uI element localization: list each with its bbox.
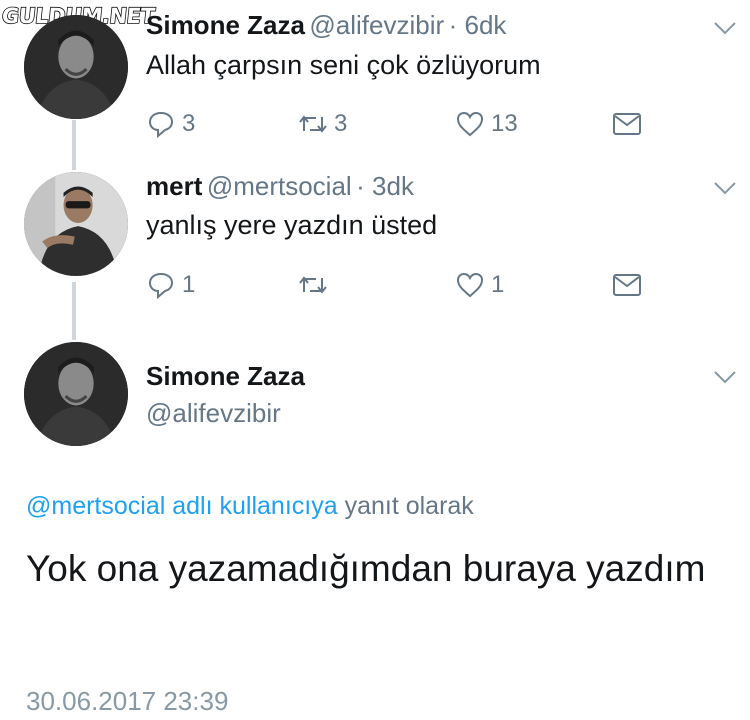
retweet-icon	[299, 115, 327, 133]
dm-icon	[613, 274, 641, 296]
like-button[interactable]: 1	[455, 270, 504, 300]
author-handle[interactable]: @mertsocial	[207, 171, 352, 201]
avatar[interactable]	[24, 15, 128, 119]
chevron-down-icon[interactable]	[713, 369, 737, 385]
avatar[interactable]	[24, 342, 128, 446]
chevron-down-icon[interactable]	[713, 180, 737, 196]
author-handle[interactable]: @alifevzibir	[309, 10, 444, 40]
tweet-text: Yok ona yazamadığımdan buraya yazdım	[26, 548, 706, 589]
reply-count: 1	[182, 271, 196, 298]
tweet-time[interactable]: · 3dk	[356, 171, 414, 201]
retweet-icon	[299, 276, 327, 294]
retweet-button[interactable]	[298, 270, 334, 300]
dm-button[interactable]	[612, 109, 648, 139]
author-name[interactable]: mert	[146, 171, 202, 201]
reply-icon	[148, 111, 174, 139]
dm-icon	[613, 113, 641, 135]
reply-count: 3	[182, 110, 196, 137]
reply-icon	[148, 272, 174, 300]
like-button[interactable]: 13	[455, 109, 518, 139]
avatar-photo	[24, 172, 128, 276]
reply-to-suffix: yanıt olarak	[344, 492, 474, 520]
tweet-timestamp[interactable]: 30.06.2017 23:39	[26, 686, 228, 717]
tweet-text: yanlış yere yazdın üsted	[146, 210, 438, 240]
like-icon	[456, 272, 484, 298]
author-name[interactable]: Simone Zaza	[146, 10, 305, 40]
thread-line	[72, 120, 76, 170]
reply-button[interactable]: 1	[146, 270, 195, 300]
tweet-header: mert @mertsocial · 3dk	[146, 171, 414, 202]
reply-context: @mertsocial adlı kullanıcıya yanıt olara…	[26, 492, 474, 521]
like-count: 13	[491, 110, 518, 137]
author-name[interactable]: Simone Zaza	[146, 361, 305, 392]
avatar-photo	[24, 15, 128, 119]
retweet-count: 3	[334, 110, 348, 137]
author-handle[interactable]: @alifevzibir	[146, 398, 281, 429]
thread-line	[72, 282, 76, 340]
like-icon	[456, 111, 484, 137]
tweet-header: Simone Zaza @alifevzibir · 6dk	[146, 10, 506, 41]
dm-button[interactable]	[612, 270, 648, 300]
avatar[interactable]	[24, 172, 128, 276]
like-count: 1	[491, 271, 505, 298]
reply-button[interactable]: 3	[146, 109, 195, 139]
chevron-down-icon[interactable]	[713, 20, 737, 36]
tweet-text: Allah çarpsın seni çok özlüyorum	[146, 50, 541, 80]
tweet-time[interactable]: · 6dk	[449, 10, 507, 40]
avatar-photo	[24, 342, 128, 446]
reply-to-link[interactable]: @mertsocial adlı kullanıcıya	[26, 492, 338, 520]
retweet-button[interactable]: 3	[298, 109, 347, 139]
